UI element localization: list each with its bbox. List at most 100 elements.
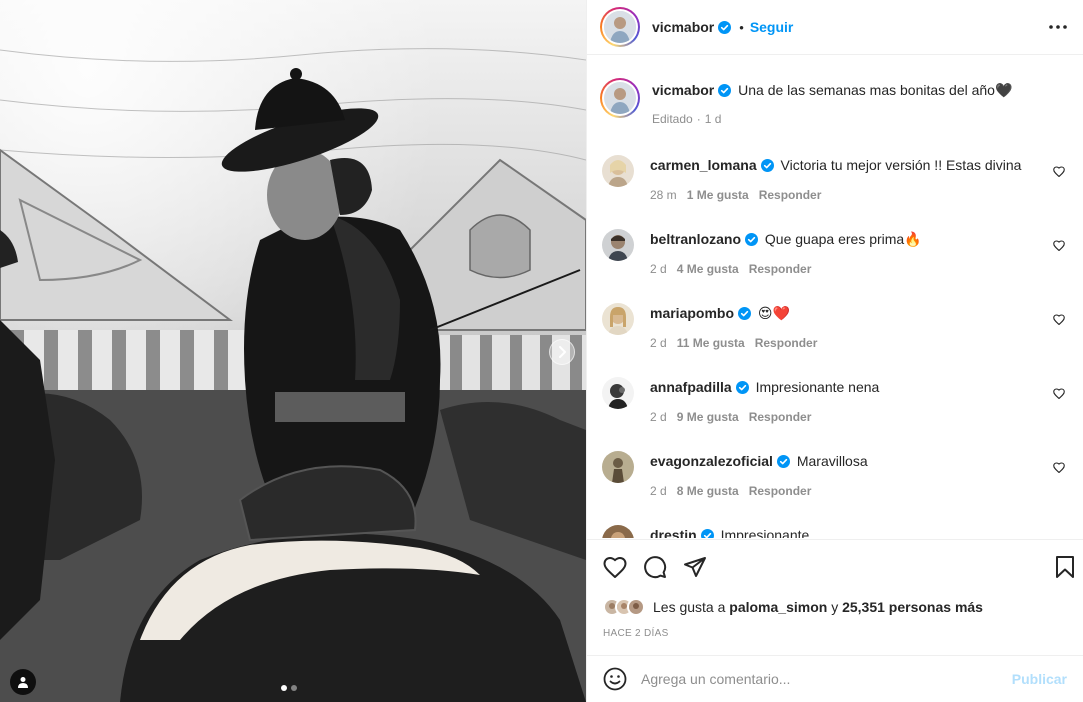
comment-username[interactable]: mariapombo [650,305,734,321]
comment-reply-button[interactable]: Responder [755,336,818,350]
follow-button[interactable]: Seguir [750,19,794,35]
share-icon [683,556,707,578]
share-button[interactable] [683,556,707,578]
comment-text: Impresionante nena [755,379,880,395]
comment-item: beltranlozano Que guapa eres prima🔥 2 d … [600,221,1067,295]
more-icon [1049,25,1067,29]
comment-avatar[interactable] [602,155,634,187]
heart-icon [1053,388,1065,399]
likes-prefix: Les gusta a [653,599,726,615]
verified-badge-icon [735,381,749,394]
caption-username[interactable]: vicmabor [652,82,714,98]
comment-avatar[interactable] [602,377,634,409]
comment-like-button[interactable] [1053,388,1065,399]
post-photo[interactable] [0,0,586,702]
comment-likes[interactable]: 9 Me gusta [677,410,739,424]
publish-comment-button[interactable]: Publicar [1012,671,1067,687]
verified-badge-icon [718,20,732,34]
comment-emoji: 🔥 [904,231,922,247]
comment-like-button[interactable] [1053,314,1065,325]
liker-avatar [627,598,645,616]
comment-likes[interactable]: 8 Me gusta [677,484,739,498]
comment-username[interactable]: annafpadilla [650,379,732,395]
carousel-dot [291,685,297,691]
comment-likes[interactable]: 11 Me gusta [677,336,745,350]
likes-summary[interactable]: Les gusta a paloma_simon y 25,351 person… [603,594,1067,620]
more-options-button[interactable] [1049,25,1067,29]
next-slide-button[interactable] [549,339,575,365]
comment-time[interactable]: 2 d [650,484,667,498]
chevron-right-icon [557,346,567,358]
verified-badge-icon [776,455,790,468]
author-username[interactable]: vicmabor [652,19,714,35]
comment-text: Maravillosa [796,453,868,469]
like-button[interactable] [603,556,627,578]
emoji-icon [603,667,627,691]
comment-time[interactable]: 2 d [650,410,667,424]
liker-username[interactable]: paloma_simon [729,599,827,615]
comment-emoji: 😍❤️ [757,305,790,321]
heart-icon [1053,462,1065,473]
comment-avatar[interactable] [602,303,634,335]
comment-like-button[interactable] [1053,166,1065,177]
comment-avatar[interactable] [602,229,634,261]
post-header: vicmabor • Seguir [587,0,1083,55]
comment-time[interactable]: 2 d [650,336,667,350]
comment-reply-button[interactable]: Responder [749,484,812,498]
caption-avatar-ring[interactable] [600,78,640,118]
comment-avatar[interactable] [602,451,634,483]
heart-icon [1053,240,1065,251]
verified-badge-icon [738,307,752,320]
heart-icon [603,556,627,578]
comment-like-button[interactable] [1053,240,1065,251]
likers-avatars [603,598,645,616]
verified-badge-icon [718,84,732,97]
caption-avatar[interactable] [604,82,636,114]
comment-reply-button[interactable]: Responder [759,188,822,202]
comment-item: annafpadilla Impresionante nena 2 d 9 Me… [600,369,1067,443]
comment-input[interactable] [641,671,1012,687]
verified-badge-icon [700,529,714,538]
post-actions: Les gusta a paloma_simon y 25,351 person… [587,539,1083,655]
add-comment-bar: Publicar [587,655,1083,702]
comment-time[interactable]: 2 d [650,262,667,276]
comment-item: drestin Impresionante [600,517,1067,538]
comment-reply-button[interactable]: Responder [749,262,812,276]
post-image [0,0,586,702]
tag-user-icon [17,676,29,688]
comment-username[interactable]: carmen_lomana [650,157,757,173]
comment-like-button[interactable] [1053,462,1065,473]
comment-username[interactable]: drestin [650,527,697,538]
comment-likes[interactable]: 1 Me gusta [687,188,749,202]
comment-text: Victoria tu mejor versión !! Estas divin… [780,157,1022,173]
author-avatar[interactable] [604,11,636,43]
emoji-picker-button[interactable] [603,667,627,691]
comment-reply-button[interactable]: Responder [749,410,812,424]
verified-badge-icon [760,159,774,172]
comment-item: mariapombo 😍❤️ 2 d 11 Me gusta Responder [600,295,1067,369]
heart-icon [1053,314,1065,325]
likes-connector: y [831,599,839,615]
carousel-indicators [281,685,297,691]
post-caption: vicmabor Una de las semanas mas bonitas … [600,56,1067,147]
caption-text: Una de las semanas mas bonitas del año [738,82,995,98]
caption-emoji: 🖤 [994,82,1013,98]
save-button[interactable] [1055,555,1075,579]
tagged-users-button[interactable] [10,669,36,695]
likes-count[interactable]: 25,351 personas más [842,599,983,615]
post-sidebar: vicmabor • Seguir vicmabor Una de las se… [586,0,1083,702]
comment-button[interactable] [643,555,667,579]
comments-list[interactable]: vicmabor Una de las semanas mas bonitas … [587,56,1083,538]
carousel-dot-active [281,685,287,691]
comment-text: Que guapa eres prima [764,231,905,247]
author-avatar-ring[interactable] [600,7,640,47]
comment-time[interactable]: 28 m [650,188,677,202]
comment-username[interactable]: evagonzalezoficial [650,453,773,469]
post-timestamp[interactable]: HACE 2 DÍAS [603,628,1067,639]
comment-avatar[interactable] [602,525,634,538]
comment-item: carmen_lomana Victoria tu mejor versión … [600,147,1067,221]
edited-time[interactable]: 1 d [705,112,722,126]
comment-username[interactable]: beltranlozano [650,231,741,247]
comment-likes[interactable]: 4 Me gusta [677,262,739,276]
comment-item: evagonzalezoficial Maravillosa 2 d 8 Me … [600,443,1067,517]
